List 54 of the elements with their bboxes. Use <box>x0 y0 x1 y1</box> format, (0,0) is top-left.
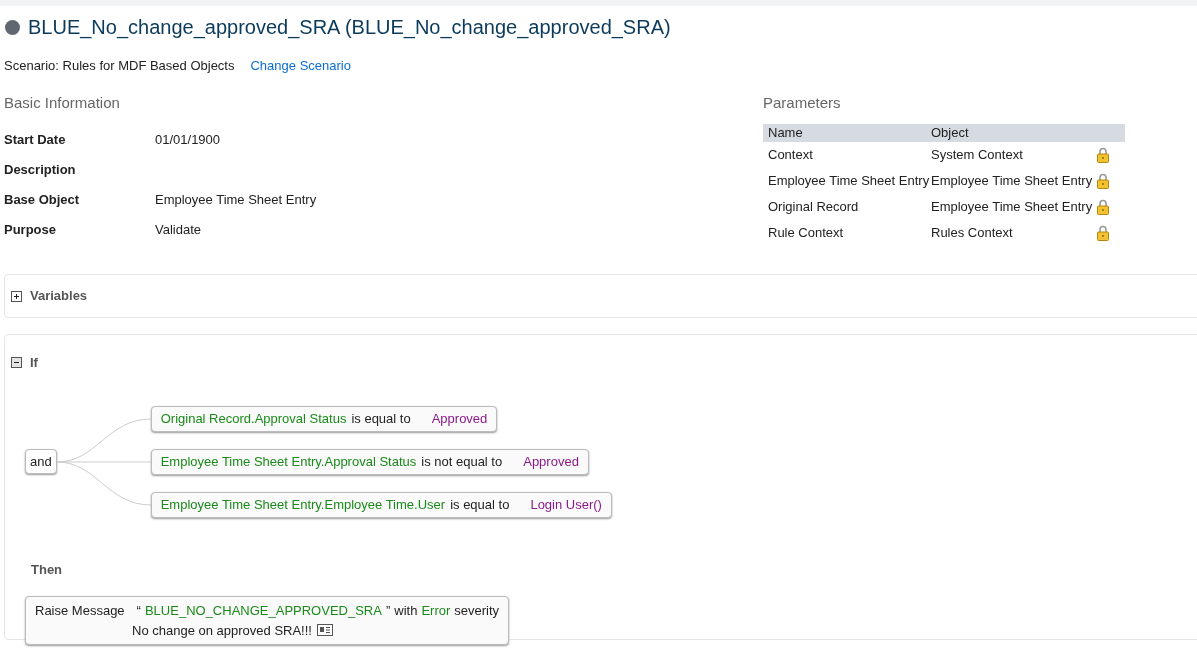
condition-operator: is not equal to <box>421 452 503 471</box>
table-cell-text: Original Record <box>767 198 860 217</box>
table-cell-text: Rules Context <box>931 224 1014 243</box>
table-cell-text: Employee Time Sheet Entry <box>767 172 931 191</box>
message-key: BLUE_NO_CHANGE_APPROVED_SRA <box>144 601 382 621</box>
condition-operator: is equal to <box>450 495 510 514</box>
field-label: Purpose <box>4 221 57 239</box>
severity-value: Error <box>421 602 451 620</box>
with-text: with <box>394 602 418 620</box>
table-cell-text: Rule Context <box>767 224 845 243</box>
condition-box[interactable]: Employee Time Sheet Entry.Approval Status is not equal to Approved <box>150 448 589 475</box>
quote-mark: “ <box>136 602 141 620</box>
condition-operator: is equal to <box>351 409 411 428</box>
page-title: BLUE_No_change_approved_SRA (BLUE_No_change_approved_SRA) <box>28 15 671 41</box>
lock-icon <box>1097 147 1109 163</box>
condition-box[interactable]: Employee Time Sheet Entry.Employee Time.User is equal to Login User() <box>150 491 612 518</box>
change-scenario-link[interactable]: Change Scenario <box>250 56 351 76</box>
text-card-icon[interactable] <box>316 624 333 637</box>
then-title: Then <box>31 560 64 579</box>
lock-icon <box>1097 199 1109 215</box>
action-box[interactable]: Raise Message “ BLUE_NO_CHANGE_APPROVED_SRA ” with Error severity No change on approved SRA!!! <box>25 596 510 645</box>
message-text: No change on approved SRA!!! <box>132 621 312 640</box>
column-header: Name <box>767 124 804 143</box>
panel-title: If <box>30 354 38 372</box>
field-label: Description <box>4 161 77 179</box>
table-cell-text: Employee Time Sheet Entry <box>931 172 1094 191</box>
collapse-icon[interactable] <box>11 357 22 369</box>
quote-mark: ” <box>385 602 391 620</box>
field-label: Base Object <box>4 191 81 209</box>
panel-title: Variables <box>30 287 88 306</box>
severity-text: severity <box>454 602 500 620</box>
column-header: Object <box>931 124 969 143</box>
condition-value: Approved <box>431 409 488 428</box>
field-value: Validate <box>155 221 201 239</box>
section-heading: Basic Information <box>4 92 121 113</box>
condition-field: Employee Time Sheet Entry.Employee Time.User <box>160 494 446 515</box>
section-heading: Parameters <box>763 92 842 113</box>
action-label: Raise Message <box>35 602 125 620</box>
condition-field: Original Record.Approval Status <box>160 408 347 429</box>
scenario-text: Scenario: Rules for MDF Based Objects <box>4 57 235 75</box>
table-cell-text: Context <box>767 146 814 165</box>
condition-value: Login User() <box>530 495 602 514</box>
lock-icon <box>1097 173 1109 189</box>
table-cell-text: Employee Time Sheet Entry <box>931 198 1094 217</box>
lock-icon <box>1097 225 1109 241</box>
field-label: Start Date <box>4 131 67 149</box>
condition-field: Employee Time Sheet Entry.Approval Status <box>160 451 417 472</box>
and-operator: and <box>25 449 57 474</box>
field-value: Employee Time Sheet Entry <box>155 191 317 209</box>
table-cell-text: System Context <box>931 146 1024 165</box>
condition-value: Approved <box>523 452 579 471</box>
expand-icon[interactable] <box>11 290 22 302</box>
field-value: 01/01/1900 <box>155 131 221 149</box>
condition-box[interactable]: Original Record.Approval Status is equal to Approved <box>150 405 498 432</box>
